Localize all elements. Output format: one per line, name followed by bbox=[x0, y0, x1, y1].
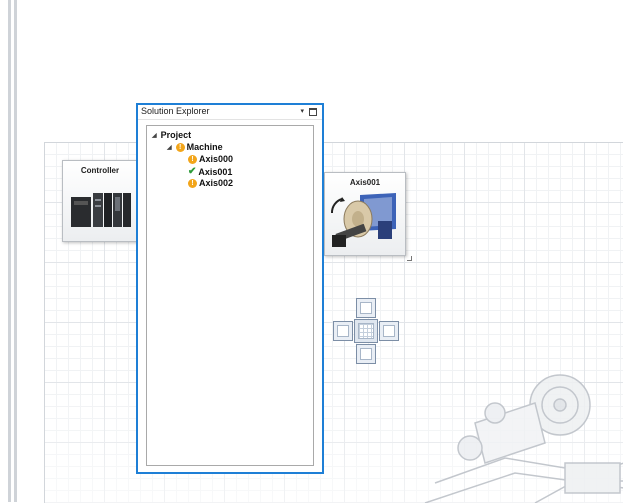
controller-card[interactable]: Controller bbox=[62, 160, 138, 242]
dock-right-button[interactable] bbox=[379, 321, 399, 341]
dock-left-button[interactable] bbox=[333, 321, 353, 341]
dock-splitter-2[interactable] bbox=[14, 0, 17, 502]
dock-bottom-button[interactable] bbox=[356, 344, 376, 364]
tree-node-label: Project bbox=[160, 130, 192, 140]
solution-explorer-title: Solution Explorer bbox=[141, 106, 210, 116]
axis001-card-title: Axis001 bbox=[349, 178, 381, 187]
maximize-icon[interactable] bbox=[309, 108, 317, 116]
expand-arrow-icon[interactable]: ◢ bbox=[152, 132, 157, 139]
controller-icon bbox=[71, 193, 131, 227]
warning-icon: ! bbox=[175, 142, 185, 152]
tree-node-axis001[interactable]: ✔ Axis001 bbox=[188, 166, 232, 177]
dock-center-button[interactable] bbox=[354, 319, 378, 343]
tree-node-label: Axis001 bbox=[198, 166, 233, 177]
tree-node-axis002[interactable]: ! Axis002 bbox=[188, 178, 233, 188]
expand-arrow-icon[interactable]: ◢ bbox=[167, 144, 172, 151]
tree-node-project[interactable]: ◢ Project bbox=[152, 130, 191, 140]
axis-motor-icon bbox=[331, 193, 396, 247]
controller-card-title: Controller bbox=[80, 166, 120, 175]
tree-node-axis000[interactable]: ! Axis000 bbox=[188, 154, 233, 164]
dropdown-icon[interactable]: ▾ bbox=[300, 107, 304, 115]
warning-icon: ! bbox=[188, 178, 197, 188]
solution-explorer-titlebar[interactable]: Solution Explorer ▾ bbox=[138, 105, 322, 120]
dock-guide[interactable] bbox=[333, 298, 399, 364]
tree-node-label: Axis002 bbox=[199, 178, 234, 188]
machine-illustration-icon bbox=[424, 374, 623, 503]
left-dock-strip bbox=[0, 0, 22, 502]
dock-splitter[interactable] bbox=[8, 0, 11, 502]
tree-node-label: Machine bbox=[186, 142, 223, 152]
warning-icon: ! bbox=[188, 154, 197, 164]
tree-node-label: Axis000 bbox=[199, 154, 234, 164]
card-resize-grip[interactable] bbox=[407, 256, 412, 261]
solution-tree[interactable]: ◢ Project ◢ ! Machine ! Axis000 ✔ Axis00… bbox=[146, 125, 314, 466]
axis001-card[interactable]: Axis001 bbox=[324, 172, 406, 256]
solution-explorer-panel[interactable]: Solution Explorer ▾ ◢ Project ◢ ! Machin… bbox=[136, 103, 324, 474]
tree-node-machine[interactable]: ◢ ! Machine bbox=[167, 142, 223, 152]
check-icon: ✔ bbox=[188, 166, 197, 177]
dock-top-button[interactable] bbox=[356, 298, 376, 318]
